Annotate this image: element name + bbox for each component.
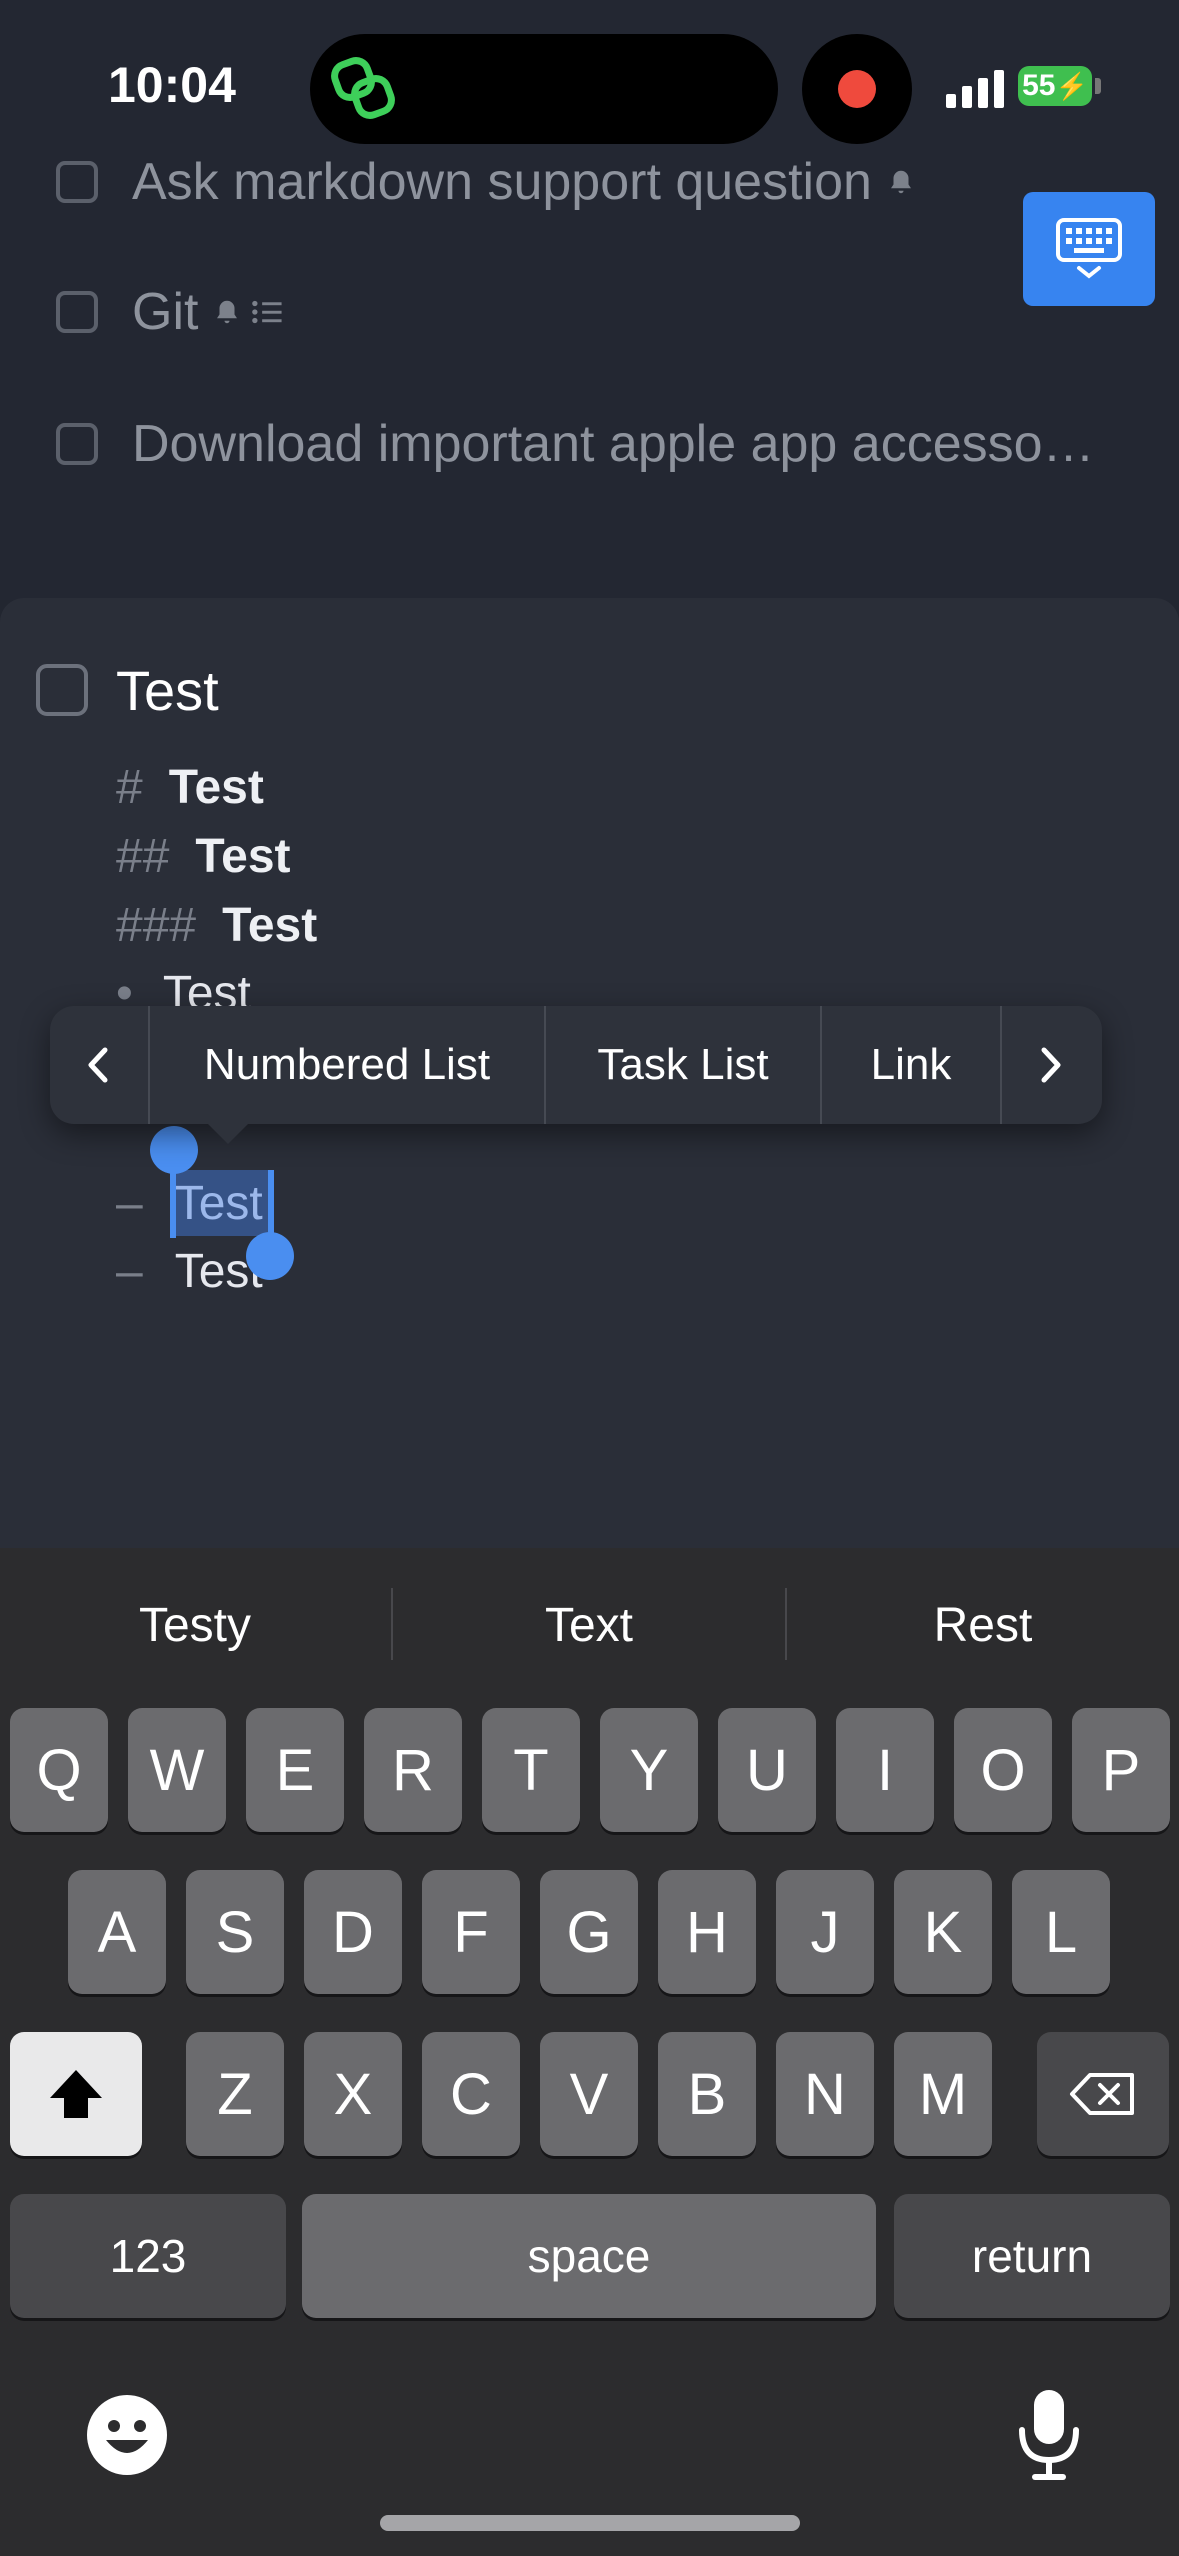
key-a[interactable]: A [68, 1870, 166, 1994]
task-checkbox[interactable] [56, 423, 98, 465]
markdown-line[interactable]: ### Test [116, 898, 317, 953]
heading-mark: ### [116, 899, 197, 952]
key-g[interactable]: G [540, 1870, 638, 1994]
suggestion-item[interactable]: Rest [788, 1580, 1178, 1670]
battery-level: 55 [1022, 69, 1056, 102]
key-t[interactable]: T [482, 1708, 580, 1832]
bell-icon [217, 300, 238, 324]
recording-indicator-icon [838, 70, 876, 108]
dismiss-keyboard-button[interactable] [1023, 192, 1155, 306]
key-q[interactable]: Q [10, 1708, 108, 1832]
markdown-line[interactable]: – Test [116, 1244, 263, 1299]
key-y[interactable]: Y [600, 1708, 698, 1832]
microphone-icon [1019, 2390, 1079, 2480]
menu-item-task-list[interactable]: Task List [544, 1006, 820, 1124]
key-c[interactable]: C [422, 2032, 520, 2156]
keyboard-dismiss-icon [1056, 218, 1122, 279]
key-e[interactable]: E [246, 1708, 344, 1832]
bell-icon [886, 167, 916, 197]
emoji-button[interactable] [84, 2392, 170, 2483]
markdown-line[interactable]: ## Test [116, 829, 291, 884]
line-text: Test [195, 830, 291, 883]
task-label: Ask markdown support question [132, 153, 872, 211]
edit-context-menu: Numbered List Task List Link [50, 1006, 1102, 1124]
key-l[interactable]: L [1012, 1870, 1110, 1994]
link-app-icon [331, 57, 395, 119]
background-task-row[interactable]: Download important apple app accesso… [56, 414, 1095, 474]
chevron-left-icon [88, 1047, 108, 1083]
dynamic-island [310, 34, 778, 144]
key-x[interactable]: X [304, 2032, 402, 2156]
line-text: Test [168, 761, 264, 814]
status-time: 10:04 [108, 57, 236, 113]
task-label: Download important apple app accesso… [132, 415, 1095, 473]
selection-end-handle[interactable] [246, 1232, 294, 1280]
checklist-icon [252, 300, 283, 324]
bullet-mark: • [116, 967, 133, 1010]
heading-mark: # [116, 761, 143, 814]
return-key[interactable]: return [894, 2194, 1170, 2318]
key-b[interactable]: B [658, 2032, 756, 2156]
task-checkbox[interactable] [36, 664, 88, 716]
task-checkbox[interactable] [56, 161, 98, 203]
shift-icon [50, 2070, 102, 2118]
suggestion-divider [785, 1588, 787, 1660]
key-h[interactable]: H [658, 1870, 756, 1994]
delete-key[interactable] [1037, 2032, 1169, 2156]
line-text: Test [222, 899, 318, 952]
key-v[interactable]: V [540, 2032, 638, 2156]
dictation-button[interactable] [1014, 2386, 1084, 2487]
key-j[interactable]: J [776, 1870, 874, 1994]
key-w[interactable]: W [128, 1708, 226, 1832]
task-title[interactable]: Test [116, 658, 219, 723]
key-i[interactable]: I [836, 1708, 934, 1832]
emoji-icon [87, 2395, 167, 2475]
markdown-line[interactable]: # Test [116, 760, 264, 815]
line-text: Test [162, 967, 251, 1010]
selection-start-handle[interactable] [150, 1126, 198, 1174]
key-o[interactable]: O [954, 1708, 1052, 1832]
backspace-icon [1070, 2073, 1134, 2115]
key-k[interactable]: K [894, 1870, 992, 1994]
menu-previous-button[interactable] [50, 1006, 148, 1124]
suggestion-item[interactable]: Text [394, 1580, 784, 1670]
menu-next-button[interactable] [1000, 1006, 1098, 1124]
numbers-key[interactable]: 123 [10, 2194, 286, 2318]
markdown-line[interactable]: • Test [116, 966, 251, 1010]
task-checkbox[interactable] [56, 291, 98, 333]
key-f[interactable]: F [422, 1870, 520, 1994]
text-selection [172, 1170, 272, 1236]
space-key[interactable]: space [302, 2194, 876, 2318]
key-u[interactable]: U [718, 1708, 816, 1832]
chevron-right-icon [1041, 1047, 1061, 1083]
background-task-row[interactable]: Ask markdown support question [56, 152, 916, 212]
background-task-row[interactable]: Git [56, 282, 284, 342]
dash-mark: – [116, 1177, 143, 1230]
task-label: Git [132, 283, 199, 341]
key-s[interactable]: S [186, 1870, 284, 1994]
shift-key[interactable] [10, 2032, 142, 2156]
heading-mark: ## [116, 830, 170, 883]
key-p[interactable]: P [1072, 1708, 1170, 1832]
key-r[interactable]: R [364, 1708, 462, 1832]
suggestion-item[interactable]: Testy [0, 1580, 390, 1670]
battery-cap [1095, 78, 1101, 94]
key-n[interactable]: N [776, 2032, 874, 2156]
key-d[interactable]: D [304, 1870, 402, 1994]
cellular-signal-icon [946, 66, 1004, 108]
menu-pointer [206, 1122, 250, 1144]
home-indicator[interactable] [380, 2515, 800, 2531]
dash-mark: – [116, 1245, 143, 1298]
menu-item-link[interactable]: Link [820, 1006, 1000, 1124]
selection-start-caret [170, 1166, 176, 1238]
battery-icon: 55 ⚡ [1018, 66, 1092, 106]
suggestion-divider [391, 1588, 393, 1660]
key-m[interactable]: M [894, 2032, 992, 2156]
key-z[interactable]: Z [186, 2032, 284, 2156]
menu-item-numbered-list[interactable]: Numbered List [148, 1006, 544, 1124]
